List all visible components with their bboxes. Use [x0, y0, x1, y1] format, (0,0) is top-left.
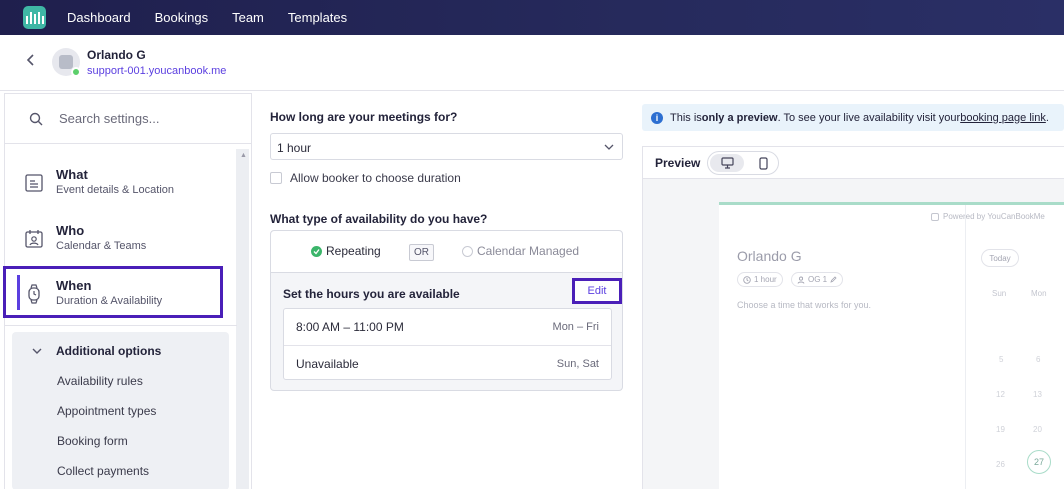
person-icon [797, 276, 805, 284]
option-repeating-label: Repeating [326, 244, 381, 258]
additional-options-heading: Additional options [56, 344, 162, 358]
calendar-person-icon [25, 230, 43, 248]
profile-bar: Orlando G support-001.youcanbook.me [0, 35, 1064, 91]
mock-profile-name: Orlando G [737, 248, 802, 264]
radio-icon [462, 245, 473, 257]
chevron-left-icon[interactable] [24, 52, 38, 68]
preview-card: Preview Powered by YouCanBookMe Orlando … [642, 146, 1064, 489]
mock-date: 26 [996, 460, 1005, 469]
search-bar [5, 94, 251, 144]
nav-bookings[interactable]: Bookings [155, 10, 208, 25]
preview-body: Powered by YouCanBookMe Orlando G 1 hour… [643, 179, 1064, 489]
mock-duration-chip: 1 hour [737, 272, 783, 287]
search-input[interactable] [59, 111, 229, 126]
edit-hours-button[interactable]: Edit [572, 278, 622, 304]
preview-info-banner: i This is only a preview. To see your li… [642, 104, 1064, 131]
preview-header: Preview [643, 147, 1064, 179]
device-toggle [707, 151, 779, 175]
focus-highlight-when [3, 266, 223, 318]
availability-question: What type of availability do you have? [270, 212, 488, 226]
powered-by: Powered by YouCanBookMe [931, 212, 1045, 221]
banner-text-pre: This is [670, 111, 702, 124]
sidebar-item-who[interactable]: Who Calendar & Teams [5, 215, 237, 265]
clock-icon [743, 275, 751, 284]
hours-days: Sun, Sat [556, 358, 599, 370]
option-availability-rules[interactable]: Availability rules [57, 374, 143, 388]
sidebar-scrollbar[interactable] [236, 149, 249, 489]
chevron-down-icon [604, 144, 614, 150]
set-hours-label: Set the hours you are available [283, 287, 460, 301]
option-calendar-managed[interactable]: Calendar Managed [462, 244, 579, 258]
scroll-up-icon[interactable]: ▲ [240, 152, 247, 159]
sidebar-item-subtitle: Event details & Location [56, 184, 175, 196]
profile-name: Orlando G [87, 48, 146, 62]
booking-page-mock: Powered by YouCanBookMe Orlando G 1 hour… [719, 202, 1064, 489]
additional-options-panel: Additional options Availability rules Ap… [12, 332, 229, 489]
option-appointment-types[interactable]: Appointment types [57, 404, 156, 418]
hours-time: Unavailable [296, 357, 359, 371]
mock-date: 12 [996, 390, 1005, 399]
sidebar-divider [5, 325, 237, 326]
booking-page-link[interactable]: booking page link [960, 112, 1046, 124]
duration-availability-panel: How long are your meetings for? 1 hour A… [252, 93, 632, 489]
top-nav: Dashboard Bookings Team Templates [0, 0, 1064, 35]
sidebar-item-what[interactable]: What Event details & Location [5, 159, 237, 209]
mock-date: 13 [1033, 390, 1042, 399]
sidebar-item-title: What [56, 167, 88, 182]
monitor-icon [720, 157, 734, 169]
preview-label: Preview [655, 156, 701, 170]
banner-text-end: . [1045, 111, 1049, 124]
check-circle-icon [311, 245, 322, 257]
duration-value: 1 hour [277, 141, 312, 155]
sidebar-item-title: Who [56, 223, 85, 238]
mock-date: 5 [999, 355, 1004, 364]
nav-dashboard[interactable]: Dashboard [67, 10, 131, 25]
duration-select[interactable]: 1 hour [270, 133, 623, 160]
mock-choose-text: Choose a time that works for you. [737, 300, 872, 310]
mock-divider [965, 205, 966, 489]
mock-date: 6 [1036, 355, 1041, 364]
online-status-dot [71, 67, 81, 77]
document-icon [25, 174, 43, 192]
banner-text-bold: only a preview [701, 111, 778, 124]
info-icon: i [651, 111, 663, 124]
nav-team[interactable]: Team [232, 10, 264, 25]
hours-time: 8:00 AM – 11:00 PM [296, 320, 404, 334]
option-collect-payments[interactable]: Collect payments [57, 464, 149, 478]
banner-text-mid: . To see your live availability visit yo… [777, 111, 961, 124]
nav-templates[interactable]: Templates [288, 10, 347, 25]
or-badge: OR [409, 244, 434, 261]
hours-list: 8:00 AM – 11:00 PM Mon – Fri Unavailable… [283, 308, 612, 380]
mock-date: 19 [996, 425, 1005, 434]
option-repeating[interactable]: Repeating [311, 244, 381, 258]
availability-box: Repeating OR Calendar Managed Set the ho… [270, 230, 623, 391]
settings-sidebar: ▲ What Event details & Location Who Cale… [3, 93, 252, 489]
allow-booker-checkbox[interactable] [270, 172, 282, 184]
allow-booker-label: Allow booker to choose duration [290, 171, 461, 185]
mock-day-label: Mon [1031, 289, 1047, 298]
mobile-view-button[interactable] [748, 154, 778, 172]
search-icon [29, 112, 43, 125]
hours-row: 8:00 AM – 11:00 PM Mon – Fri [284, 309, 611, 344]
phone-icon [758, 156, 768, 170]
additional-options-toggle[interactable]: Additional options [32, 344, 161, 358]
hours-row: Unavailable Sun, Sat [284, 345, 611, 380]
mock-date: 20 [1033, 425, 1042, 434]
mock-today-date: 27 [1027, 450, 1051, 474]
option-calendar-label: Calendar Managed [477, 244, 580, 258]
mock-today-button: Today [981, 249, 1019, 267]
desktop-view-button[interactable] [710, 154, 744, 172]
profile-link[interactable]: support-001.youcanbook.me [87, 65, 226, 77]
sidebar-item-subtitle: Calendar & Teams [56, 240, 147, 252]
duration-question: How long are your meetings for? [270, 110, 458, 124]
pencil-icon [830, 276, 837, 283]
hours-days: Mon – Fri [552, 321, 599, 333]
ycbm-icon [931, 212, 939, 221]
availability-type-selector: Repeating OR Calendar Managed [271, 231, 622, 273]
app-logo[interactable] [23, 6, 46, 29]
mock-host-chip: OG 1 [791, 272, 844, 287]
mock-day-label: Sun [992, 289, 1007, 298]
chevron-down-icon [32, 348, 42, 354]
option-booking-form[interactable]: Booking form [57, 434, 128, 448]
